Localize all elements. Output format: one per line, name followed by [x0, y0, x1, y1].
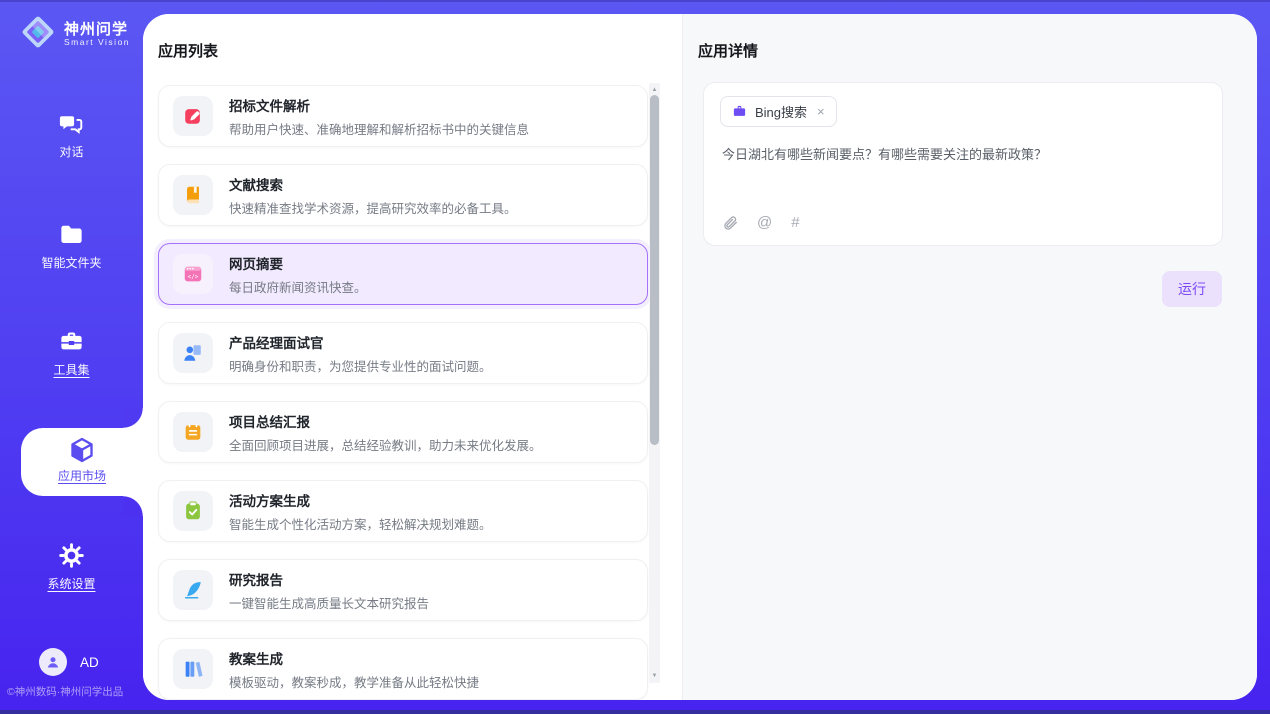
app-card[interactable]: 活动方案生成智能生成个性化活动方案，轻松解决规划难题。	[158, 480, 648, 542]
tab-curve-top	[123, 408, 143, 428]
briefcase-icon	[732, 104, 747, 119]
scrollbar-thumb[interactable]	[650, 95, 659, 445]
books-icon	[173, 649, 213, 689]
app-card[interactable]: 项目总结汇报全面回顾项目进展，总结经验教训，助力未来优化发展。	[158, 401, 648, 463]
tab-curve-bottom	[123, 496, 143, 516]
notepad-icon	[173, 412, 213, 452]
tool-tag-bing-search[interactable]: Bing搜索 ×	[720, 96, 837, 127]
app-card-desc: 明确身份和职责，为您提供专业性的面试问题。	[229, 356, 492, 375]
app-card-title: 产品经理面试官	[229, 332, 492, 352]
window-bottom-edge	[0, 710, 1270, 714]
app-card-title: 文献搜索	[229, 174, 517, 194]
scroll-down-icon[interactable]: ▼	[649, 671, 660, 681]
app-card-title: 招标文件解析	[229, 95, 529, 115]
chat-icon	[58, 110, 86, 138]
sidebar-item-smart-folder[interactable]: 智能文件夹	[0, 221, 143, 272]
sidebar-item-label: 对话	[59, 145, 83, 159]
sidebar-item-settings[interactable]: 系统设置	[0, 542, 143, 593]
scroll-up-icon[interactable]: ▲	[649, 85, 660, 95]
copyright-footer: ©神州数码·神州问学出品	[7, 684, 123, 699]
app-card-title: 教案生成	[229, 648, 479, 668]
avatar	[39, 648, 67, 676]
prompt-text[interactable]: 今日湖北有哪些新闻要点？有哪些需要关注的最新政策？	[722, 145, 1204, 165]
app-detail-title: 应用详情	[698, 40, 758, 61]
app-card-title: 项目总结汇报	[229, 411, 542, 431]
sidebar-item-label: 系统设置	[47, 577, 95, 591]
app-card[interactable]: 研究报告一键智能生成高质量长文本研究报告	[158, 559, 648, 621]
app-card-list: 招标文件解析帮助用户快速、准确地理解和解析招标书中的关键信息文献搜索快速精准查找…	[143, 14, 682, 700]
sidebar-item-label: 智能文件夹	[41, 256, 101, 270]
toolbox-icon	[58, 328, 86, 356]
quill-icon	[173, 570, 213, 610]
bid-document-icon	[173, 96, 213, 136]
webpage-code-icon: </>	[173, 254, 213, 294]
cube-icon	[67, 435, 97, 465]
sidebar-item-label: 工具集	[53, 363, 89, 377]
prompt-card: Bing搜索 × 今日湖北有哪些新闻要点？有哪些需要关注的最新政策？ @ #	[703, 82, 1223, 246]
folder-icon	[58, 221, 86, 249]
app-card-desc: 帮助用户快速、准确地理解和解析招标书中的关键信息	[229, 119, 529, 138]
app-card-desc: 快速精准查找学术资源，提高研究效率的必备工具。	[229, 198, 517, 217]
sidebar-item-app-market[interactable]: 应用市场	[21, 428, 143, 496]
user-initials: AD	[80, 655, 99, 670]
app-card-title: 研究报告	[229, 569, 429, 589]
app-card[interactable]: 教案生成模板驱动，教案秒成，教学准备从此轻松快捷	[158, 638, 648, 700]
sidebar-item-chat[interactable]: 对话	[0, 110, 143, 161]
app-card[interactable]: 招标文件解析帮助用户快速、准确地理解和解析招标书中的关键信息	[158, 85, 648, 147]
sidebar: 神州问学 Smart Vision 对话 智能文件夹 工具集 应用市场 系统设置	[0, 0, 143, 714]
app-card-title: 网页摘要	[229, 253, 367, 273]
attachment-toolbar: @ #	[722, 214, 800, 231]
sidebar-item-label: 应用市场	[58, 469, 106, 483]
sidebar-item-toolset[interactable]: 工具集	[0, 328, 143, 379]
app-card[interactable]: </> 网页摘要每日政府新闻资讯快查。	[158, 243, 648, 305]
clipboard-check-icon	[173, 491, 213, 531]
app-card-desc: 每日政府新闻资讯快查。	[229, 277, 367, 296]
scrollbar[interactable]: ▲ ▼	[649, 83, 660, 683]
interviewer-icon	[173, 333, 213, 373]
app-card[interactable]: 产品经理面试官明确身份和职责，为您提供专业性的面试问题。	[158, 322, 648, 384]
mention-icon[interactable]: @	[757, 214, 772, 231]
app-card-desc: 智能生成个性化活动方案，轻松解决规划难题。	[229, 514, 492, 533]
app-card-title: 活动方案生成	[229, 490, 492, 510]
paperclip-icon[interactable]	[722, 215, 738, 231]
svg-text:</>: </>	[188, 273, 199, 280]
app-card[interactable]: 文献搜索快速精准查找学术资源，提高研究效率的必备工具。	[158, 164, 648, 226]
brand-logo-icon	[20, 14, 56, 55]
app-card-desc: 一键智能生成高质量长文本研究报告	[229, 593, 429, 612]
tool-tag-label: Bing搜索	[755, 102, 807, 121]
user-account[interactable]: AD	[39, 648, 99, 676]
main-content: 应用列表 招标文件解析帮助用户快速、准确地理解和解析招标书中的关键信息文献搜索快…	[143, 14, 1257, 700]
brand-name: 神州问学	[64, 22, 130, 39]
close-icon[interactable]: ×	[817, 105, 825, 118]
brand-subtitle: Smart Vision	[64, 38, 130, 47]
gear-icon	[58, 542, 86, 570]
run-button[interactable]: 运行	[1162, 271, 1222, 307]
app-card-desc: 模板驱动，教案秒成，教学准备从此轻松快捷	[229, 672, 479, 691]
app-card-desc: 全面回顾项目进展，总结经验教训，助力未来优化发展。	[229, 435, 542, 454]
app-list-panel: 应用列表 招标文件解析帮助用户快速、准确地理解和解析招标书中的关键信息文献搜索快…	[143, 14, 682, 700]
brand: 神州问学 Smart Vision	[20, 14, 130, 55]
book-icon	[173, 175, 213, 215]
window-top-edge	[0, 0, 1270, 2]
hashtag-icon[interactable]: #	[791, 214, 799, 231]
app-detail-panel: 应用详情 Bing搜索 × 今日湖北有哪些新闻要点？有哪些需要关注的最新政策？ …	[682, 14, 1257, 700]
